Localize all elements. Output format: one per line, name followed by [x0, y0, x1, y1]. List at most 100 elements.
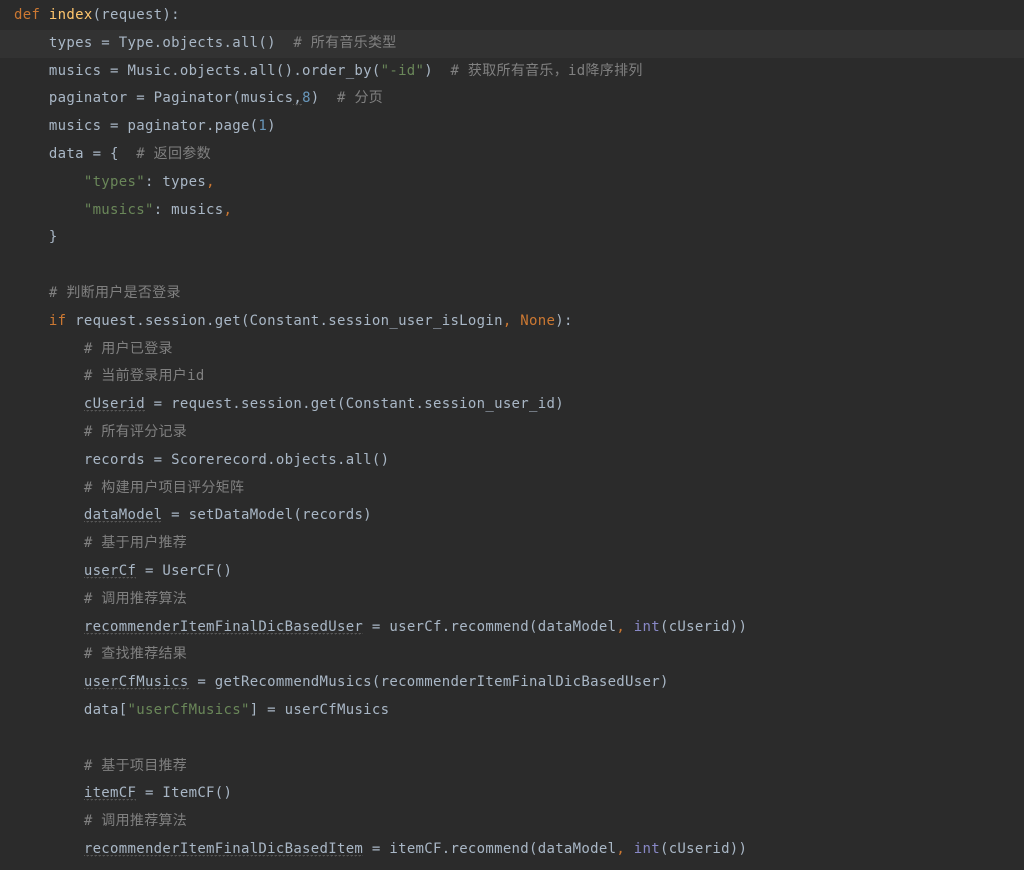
code-line[interactable]: userCfMusics = getRecommendMusics(recomm… [14, 669, 1024, 697]
variable-underlined: cUserid [84, 396, 145, 412]
code-line[interactable]: if request.session.get(Constant.session_… [14, 308, 1024, 336]
indent [14, 341, 84, 357]
code-text: (cUserid)) [660, 841, 747, 857]
code-line[interactable]: data["userCfMusics"] = userCfMusics [14, 697, 1024, 725]
keyword-if: if [49, 313, 75, 329]
comment: # 获取所有音乐，id降序排列 [450, 63, 642, 79]
builtin-none: None [520, 313, 555, 329]
comment: # 查找推荐结果 [84, 646, 187, 662]
indent [14, 90, 49, 106]
keyword-def: def [14, 7, 49, 23]
code-text: musics = paginator.page( [49, 118, 259, 134]
code-text: } [49, 229, 58, 245]
indent [14, 702, 84, 718]
variable-underlined: itemCF [84, 785, 136, 801]
code-line-empty[interactable] [14, 252, 1024, 280]
code-text: : types [145, 174, 206, 190]
code-text: paginator = Paginator(musics [49, 90, 293, 106]
code-line[interactable]: records = Scorerecord.objects.all() [14, 447, 1024, 475]
comma: , [503, 313, 520, 329]
code-text: ): [555, 313, 572, 329]
code-text: = userCf.recommend(dataModel [363, 619, 616, 635]
builtin-int: int [634, 619, 660, 635]
code-text: records = Scorerecord.objects.all() [84, 452, 390, 468]
code-line[interactable]: # 调用推荐算法 [14, 586, 1024, 614]
indent [14, 507, 84, 523]
code-line[interactable]: itemCF = ItemCF() [14, 780, 1024, 808]
indent [14, 63, 49, 79]
code-line-highlighted[interactable]: types = Type.objects.all() # 所有音乐类型 [0, 30, 1024, 58]
comment: # 基于项目推荐 [84, 758, 187, 774]
params: (request) [93, 7, 172, 23]
comment: # 调用推荐算法 [84, 591, 187, 607]
code-text: = request.session.get(Constant.session_u… [145, 396, 564, 412]
code-line[interactable]: # 基于用户推荐 [14, 530, 1024, 558]
indent [14, 619, 84, 635]
indent [14, 480, 84, 496]
code-line[interactable]: # 基于项目推荐 [14, 753, 1024, 781]
code-line[interactable]: } [14, 224, 1024, 252]
string-key: "types" [84, 174, 145, 190]
variable-underlined: recommenderItemFinalDicBasedItem [84, 841, 363, 857]
code-line[interactable]: # 所有评分记录 [14, 419, 1024, 447]
indent [14, 368, 84, 384]
code-line[interactable]: musics = Music.objects.all().order_by("-… [14, 58, 1024, 86]
builtin-int: int [634, 841, 660, 857]
code-line[interactable]: # 构建用户项目评分矩阵 [14, 475, 1024, 503]
warning-underline: , [293, 90, 302, 106]
code-text: request.session.get(Constant.session_use… [75, 313, 503, 329]
function-name: index [49, 7, 93, 23]
string-key: "userCfMusics" [128, 702, 250, 718]
code-line[interactable]: # 调用推荐算法 [14, 808, 1024, 836]
string: "-id" [381, 63, 425, 79]
comment: # 返回参数 [136, 146, 211, 162]
code-line[interactable]: # 判断用户是否登录 [14, 280, 1024, 308]
indent [14, 813, 84, 829]
code-line[interactable]: # 用户已登录 [14, 336, 1024, 364]
code-text: = itemCF.recommend(dataModel [363, 841, 616, 857]
code-line[interactable]: musics = paginator.page(1) [14, 113, 1024, 141]
code-line[interactable]: recommenderItemFinalDicBasedItem = itemC… [14, 836, 1024, 864]
code-text: data[ [84, 702, 128, 718]
code-line-empty[interactable] [14, 725, 1024, 753]
variable-underlined: userCfMusics [84, 674, 189, 690]
code-line[interactable]: data = { # 返回参数 [14, 141, 1024, 169]
comment: # 判断用户是否登录 [49, 285, 181, 301]
comment: # 分页 [337, 90, 383, 106]
code-text: ] = userCfMusics [250, 702, 390, 718]
code-text: = ItemCF() [136, 785, 232, 801]
indent [14, 202, 84, 218]
code-line[interactable]: "types": types, [14, 169, 1024, 197]
indent [14, 229, 49, 245]
code-line[interactable]: paginator = Paginator(musics,8) # 分页 [14, 85, 1024, 113]
variable-underlined: recommenderItemFinalDicBasedUser [84, 619, 363, 635]
code-line[interactable]: cUserid = request.session.get(Constant.s… [14, 391, 1024, 419]
comment: # 构建用户项目评分矩阵 [84, 480, 244, 496]
code-line[interactable]: recommenderItemFinalDicBasedUser = userC… [14, 614, 1024, 642]
code-text: data = { [49, 146, 136, 162]
indent [14, 174, 84, 190]
indent [14, 452, 84, 468]
comment: # 所有评分记录 [84, 424, 187, 440]
indent [14, 35, 49, 51]
comma: , [224, 202, 233, 218]
number: 1 [258, 118, 267, 134]
comment: # 调用推荐算法 [84, 813, 187, 829]
indent [14, 118, 49, 134]
colon: : [171, 7, 180, 23]
code-line[interactable]: dataModel = setDataModel(records) [14, 502, 1024, 530]
code-line[interactable]: # 查找推荐结果 [14, 641, 1024, 669]
indent [14, 563, 84, 579]
code-line[interactable]: # 当前登录用户id [14, 363, 1024, 391]
indent [14, 841, 84, 857]
code-text: = getRecommendMusics(recommenderItemFina… [189, 674, 669, 690]
indent [14, 674, 84, 690]
code-line[interactable]: userCf = UserCF() [14, 558, 1024, 586]
code-editor[interactable]: def index(request): types = Type.objects… [14, 2, 1024, 864]
indent [14, 424, 84, 440]
comma: , [206, 174, 215, 190]
comma: , [616, 841, 633, 857]
code-line[interactable]: def index(request): [14, 2, 1024, 30]
code-line[interactable]: "musics": musics, [14, 197, 1024, 225]
indent [14, 396, 84, 412]
